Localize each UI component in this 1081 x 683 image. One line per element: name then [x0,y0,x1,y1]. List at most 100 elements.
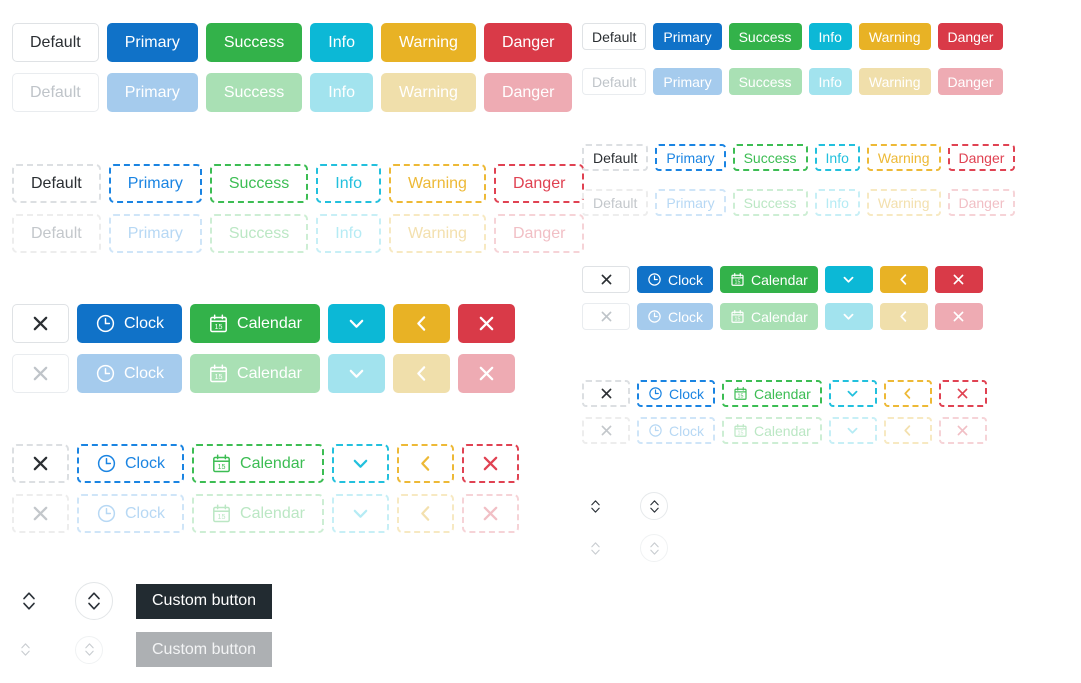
outline-button-danger[interactable]: Danger [493,164,585,203]
chevron-down-icon [350,453,371,474]
icon-button-chevron-down-sm-disabled [824,303,873,330]
icon-button-chevron-left[interactable] [392,304,450,343]
row-icon-dashed-disabled-sm: Clock 15 Calendar [582,417,1081,444]
sort-stepper-plain-sm[interactable] [582,493,608,519]
sort-updown-icon [88,592,100,610]
row-stepper-custom-enabled: Custom button [12,582,552,620]
chevron-left-icon [415,503,436,524]
outline-icon-button-calendar-disabled: 15 Calendar [192,494,324,533]
button-success-sm[interactable]: Success [728,23,802,50]
chevron-left-icon [896,309,911,324]
button-primary-sm-disabled: Primary [653,68,722,95]
button-success-sm-disabled: Success [728,68,802,95]
outline-icon-button-calendar-sm-disabled: 15 Calendar [722,417,822,444]
outline-button-primary-sm[interactable]: Primary [655,144,726,171]
icon-button-close-danger[interactable] [457,304,515,343]
outline-icon-button-calendar[interactable]: 15 Calendar [192,444,324,483]
icon-button-calendar-sm[interactable]: 15 Calendar [720,266,818,293]
button-warning-sm[interactable]: Warning [858,23,931,50]
outline-button-primary-sm-disabled: Primary [655,189,726,216]
chevron-down-icon [845,423,860,438]
outline-button-default[interactable]: Default [12,164,101,203]
close-icon [30,503,51,524]
button-success[interactable]: Success [205,23,303,62]
icon-button-chevron-down-sm[interactable] [824,266,873,293]
outline-button-info[interactable]: Info [316,164,381,203]
chevron-left-icon [411,363,432,384]
button-danger-sm[interactable]: Danger [937,23,1004,50]
calendar-icon: 15 [730,272,745,287]
icon-button-close-danger-sm[interactable] [934,266,983,293]
clock-icon [648,423,663,438]
icon-button-chevron-left-sm[interactable] [879,266,928,293]
outline-button-default-sm[interactable]: Default [582,144,649,171]
icon-button-calendar[interactable]: 15 Calendar [190,304,320,343]
outline-icon-button-chevron-down-disabled [331,494,389,533]
calendar-icon: 15 [211,453,232,474]
row-icon-solid-enabled-lg: Clock 15 Calendar [12,304,552,343]
icon-button-calendar-disabled: 15 Calendar [190,354,320,393]
button-info[interactable]: Info [310,23,373,62]
chevron-left-icon [896,272,911,287]
right-column: Default Primary Success Info Warning Dan… [582,0,1081,562]
clock-icon [647,309,662,324]
icon-button-close-danger-sm-disabled [934,303,983,330]
button-info-sm-disabled: Info [808,68,852,95]
icon-button-calendar-sm-disabled: 15 Calendar [720,303,818,330]
outline-button-success-sm[interactable]: Success [732,144,808,171]
button-primary[interactable]: Primary [106,23,198,62]
close-icon [955,423,970,438]
svg-text:15: 15 [738,430,744,436]
outline-icon-button-chevron-left-sm[interactable] [883,380,932,407]
outline-icon-button-chevron-down[interactable] [331,444,389,483]
outline-icon-button-clock[interactable]: Clock [77,444,185,483]
row-dashed-disabled-lg: Default Primary Success Info Warning Dan… [12,214,585,253]
custom-button[interactable]: Custom button [136,583,273,619]
sort-stepper-circle-sm[interactable] [640,492,668,520]
close-icon [480,503,501,524]
icon-button-close[interactable] [12,304,69,343]
row-stepper-disabled-sm [582,534,1081,562]
outline-icon-button-close[interactable] [12,444,69,483]
outline-icon-button-chevron-left[interactable] [396,444,454,483]
outline-icon-button-chevron-down-sm[interactable] [828,380,877,407]
button-showcase-page: Default Primary Success Info Warning Dan… [0,0,1081,683]
outline-icon-button-close-danger[interactable] [461,444,519,483]
close-icon [599,272,614,287]
button-warning[interactable]: Warning [380,23,476,62]
clock-icon [96,453,117,474]
chevron-left-icon [411,313,432,334]
button-info-sm[interactable]: Info [808,23,852,50]
outline-button-warning-sm[interactable]: Warning [866,144,941,171]
icon-button-clock-sm[interactable]: Clock [637,266,714,293]
sort-stepper-plain[interactable] [12,584,46,618]
close-icon [955,386,970,401]
outline-button-primary[interactable]: Primary [108,164,202,203]
icon-button-close-danger-disabled [457,354,515,393]
outline-icon-button-chevron-down-sm-disabled [828,417,877,444]
icon-button-close-sm[interactable] [582,266,630,293]
outline-icon-button-close-danger-sm[interactable] [938,380,987,407]
sort-stepper-circle[interactable] [75,582,113,620]
button-default-sm[interactable]: Default [582,23,647,50]
outline-icon-button-calendar-sm[interactable]: 15 Calendar [722,380,822,407]
sort-updown-icon [84,643,94,656]
button-default[interactable]: Default [12,23,99,62]
icon-button-chevron-down[interactable] [327,304,385,343]
icon-button-clock[interactable]: Clock [77,304,183,343]
outline-button-success-disabled: Success [209,214,309,253]
row-dashed-disabled-sm: Default Primary Success Info Warning Dan… [582,189,1081,216]
outline-icon-button-close-sm[interactable] [582,380,630,407]
outline-icon-button-close-danger-sm-disabled [938,417,987,444]
button-primary-sm[interactable]: Primary [653,23,722,50]
svg-text:15: 15 [215,323,223,331]
outline-button-danger-sm[interactable]: Danger [947,144,1016,171]
sort-stepper-circle-sm-disabled [640,534,668,562]
icon-button-close-disabled [12,354,69,393]
outline-icon-button-clock-sm[interactable]: Clock [637,380,716,407]
button-danger[interactable]: Danger [483,23,573,62]
outline-button-success[interactable]: Success [209,164,309,203]
outline-button-info-sm[interactable]: Info [814,144,860,171]
button-default-disabled: Default [12,73,99,112]
outline-button-warning[interactable]: Warning [388,164,486,203]
